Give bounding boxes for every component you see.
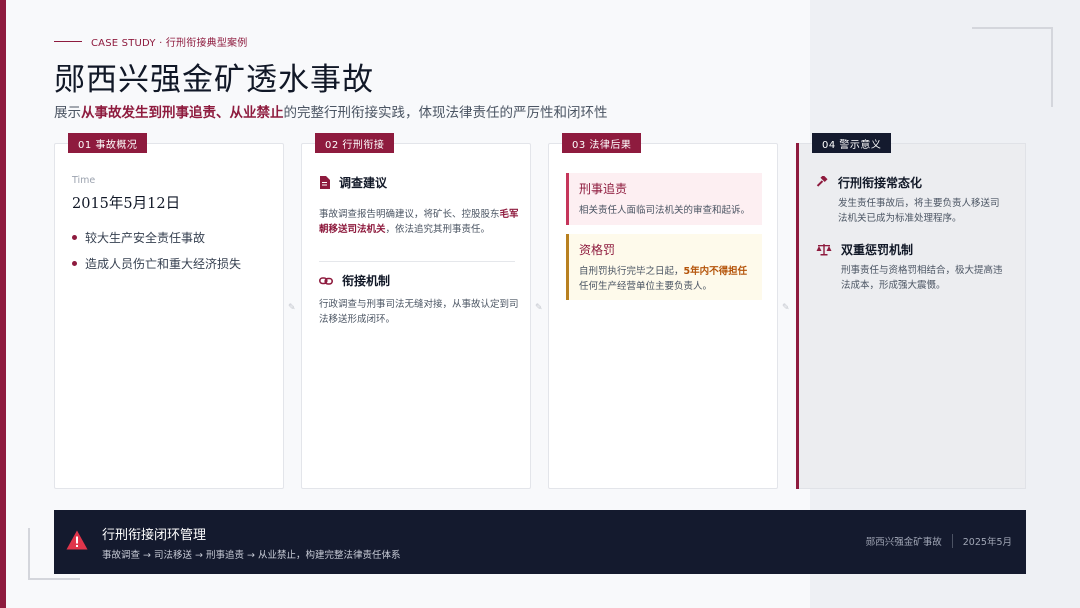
bullet-item: 较大生产安全责任事故	[72, 229, 205, 246]
consequence-criminal-box: 刑事追责 相关责任人面临司法机关的审查和起诉。	[566, 173, 762, 225]
section-body-prefix: 事故调查报告明确建议，将矿长、控股股东	[319, 209, 500, 220]
tag-accident-overview: 01 事故概况	[68, 133, 148, 153]
scales-icon	[816, 243, 832, 256]
eyebrow: CASE STUDY · 行刑衔接典型案例	[54, 34, 247, 49]
card-warning-significance	[796, 143, 1026, 489]
section-title-investigation: 调查建议	[319, 174, 387, 191]
pencil-icon: ✎	[535, 303, 543, 313]
section-body-investigation: 事故调查报告明确建议，将矿长、控股股东毛军朝移送司法机关，依法追究其刑事责任。	[319, 207, 519, 237]
gavel-icon	[816, 176, 829, 189]
corner-decoration-bottom-left	[28, 578, 80, 580]
section-title-text: 调查建议	[339, 176, 388, 190]
bullet-text: 较大生产安全责任事故	[85, 231, 206, 245]
left-accent-bar	[0, 0, 6, 608]
subtitle-suffix: 的完整行刑衔接实践，体现法律责任的严厉性和闭环性	[283, 105, 608, 121]
corner-decoration-bottom-left-vertical	[28, 528, 30, 580]
eyebrow-line	[54, 41, 82, 42]
footer-separator	[951, 534, 953, 548]
section-body-dual-punishment: 刑事责任与资格罚相结合，极大提高违法成本，形成强大震慑。	[841, 265, 1003, 291]
bullet-dot	[72, 235, 77, 240]
pencil-icon: ✎	[288, 303, 296, 313]
subtitle-prefix: 展示	[54, 105, 81, 121]
footer-description: 事故调查 → 司法移送 → 刑事追责 → 从业禁止，构建完整法律责任体系	[102, 550, 401, 561]
box-body-prefix: 自刑罚执行完毕之日起，	[579, 266, 684, 277]
bullet-dot	[72, 261, 77, 266]
section-body-suffix: ，依法追究其刑事责任。	[385, 224, 491, 235]
footer-case-name: 郧西兴强金矿事故	[865, 537, 942, 548]
page-subtitle: 展示从事故发生到刑事追责、从业禁止的完整行刑衔接实践，体现法律责任的严厉性和闭环…	[54, 101, 608, 121]
section-title-text: 双重惩罚机制	[841, 243, 914, 257]
time-label: Time	[72, 175, 96, 186]
document-icon	[319, 176, 330, 189]
corner-decoration-top-right-vertical	[1051, 27, 1053, 107]
tag-legal-consequences: 03 法律后果	[562, 133, 642, 153]
bullet-item: 造成人员伤亡和重大经济损失	[72, 255, 241, 272]
subtitle-highlight: 从事故发生到刑事追责、从业禁止	[81, 105, 284, 121]
link-icon	[319, 275, 333, 287]
section-body-normalization: 发生责任事故后，将主要负责人移送司法机关已成为标准处理程序。	[838, 198, 1000, 224]
footer-date: 2025年5月	[962, 537, 1012, 548]
footer-title: 行刑衔接闭环管理	[102, 528, 207, 543]
section-title-text: 行刑衔接常态化	[838, 176, 923, 190]
box-title: 资格罚	[579, 243, 616, 257]
consequence-qualification-box: 资格罚 自刑罚执行完毕之日起，5年内不得担任任何生产经营单位主要负责人。	[566, 234, 762, 300]
pencil-icon: ✎	[782, 303, 790, 313]
section-title-normalization: 行刑衔接常态化	[816, 174, 922, 191]
box-title: 刑事追责	[579, 182, 628, 196]
box-body-suffix: 任何生产经营单位主要负责人。	[579, 281, 713, 292]
bullet-text: 造成人员伤亡和重大经济损失	[85, 257, 242, 271]
section-divider	[319, 261, 515, 262]
card4-accent-bar	[796, 143, 799, 489]
warning-icon	[66, 530, 88, 554]
section-title-mechanism: 衔接机制	[319, 272, 390, 289]
eyebrow-text: CASE STUDY · 行刑衔接典型案例	[91, 38, 248, 49]
page-title: 郧西兴强金矿透水事故	[54, 62, 374, 98]
tag-admin-criminal-link: 02 行刑衔接	[315, 133, 395, 153]
corner-decoration-top-right	[972, 27, 1052, 29]
section-title-text: 衔接机制	[342, 274, 391, 288]
footer-banner: 行刑衔接闭环管理 事故调查 → 司法移送 → 刑事追责 → 从业禁止，构建完整法…	[54, 510, 1026, 574]
footer-meta: 郧西兴强金矿事故 2025年5月	[866, 534, 1012, 548]
time-value: 2015年5月12日	[72, 196, 181, 212]
box-body-highlight: 5年内不得担任	[683, 266, 748, 277]
box-body: 自刑罚执行完毕之日起，5年内不得担任任何生产经营单位主要负责人。	[579, 264, 752, 294]
box-body: 相关责任人面临司法机关的审查和起诉。	[579, 205, 751, 216]
section-title-dual-punishment: 双重惩罚机制	[816, 241, 913, 258]
tag-warning-significance: 04 警示意义	[812, 133, 892, 153]
section-body-mechanism: 行政调查与刑事司法无缝对接，从事故认定到司法移送形成闭环。	[319, 299, 519, 325]
